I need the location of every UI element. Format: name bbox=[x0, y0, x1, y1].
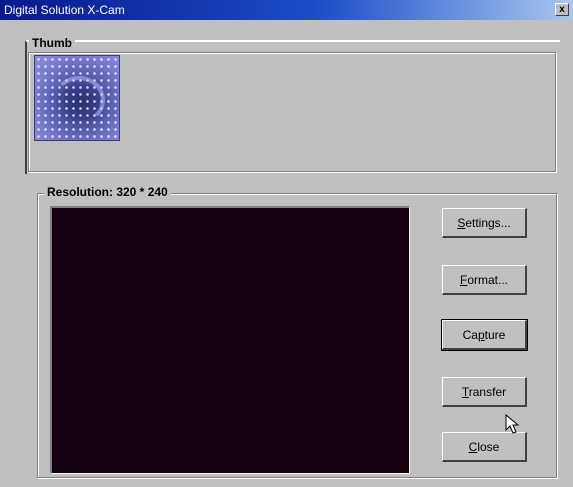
capture-button-label: Capture bbox=[462, 327, 506, 342]
close-window-button[interactable]: x bbox=[555, 3, 569, 16]
thumbnail-swirl bbox=[53, 76, 105, 124]
capture-button[interactable]: Capture bbox=[441, 319, 528, 351]
thumb-group-label: Thumb bbox=[29, 36, 75, 50]
settings-button-label: Settings... bbox=[457, 215, 511, 230]
video-preview bbox=[50, 206, 410, 474]
arrow-cursor-icon bbox=[505, 414, 520, 434]
close-button-label: Close bbox=[468, 439, 500, 454]
xcam-window: Digital Solution X-Cam x Thumb Resolutio… bbox=[0, 0, 573, 487]
close-icon: x bbox=[559, 4, 565, 15]
window-title: Digital Solution X-Cam bbox=[4, 3, 125, 17]
title-bar[interactable]: Digital Solution X-Cam x bbox=[0, 0, 573, 20]
transfer-button[interactable]: Transfer bbox=[442, 377, 527, 407]
format-button[interactable]: Format... bbox=[442, 265, 527, 295]
format-button-label: Format... bbox=[459, 272, 509, 287]
settings-button[interactable]: Settings... bbox=[442, 208, 527, 238]
transfer-button-label: Transfer bbox=[461, 384, 507, 399]
close-button[interactable]: Close bbox=[442, 432, 527, 462]
resolution-label: Resolution: 320 * 240 bbox=[44, 185, 171, 199]
thumbnail-image[interactable] bbox=[34, 55, 120, 141]
